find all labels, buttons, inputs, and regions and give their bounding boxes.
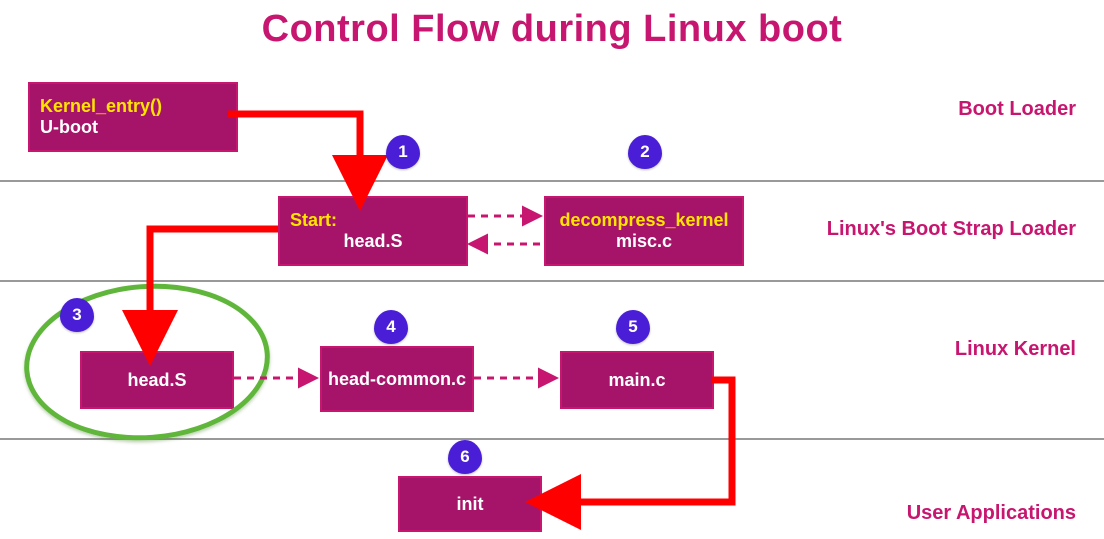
node-label: init <box>400 494 540 515</box>
lane-divider <box>0 280 1104 282</box>
node-accent: decompress_kernel <box>546 210 742 231</box>
node-uboot: Kernel_entry() U-boot <box>28 82 238 152</box>
node-accent: Start: <box>280 210 337 231</box>
badge-3: 3 <box>60 298 94 332</box>
node-label: main.c <box>562 370 712 391</box>
highlight-ellipse <box>19 276 275 449</box>
node-headcommon: head-common.c <box>320 346 474 412</box>
diagram-stage: Control Flow during Linux boot Boot Load… <box>0 0 1104 539</box>
arrows-layer <box>0 0 1104 539</box>
badge-1: 1 <box>386 135 420 169</box>
badge-6: 6 <box>448 440 482 474</box>
node-label: head.S <box>280 231 466 252</box>
node-label: U-boot <box>40 117 98 138</box>
node-label: misc.c <box>546 231 742 252</box>
node-misc: decompress_kernel misc.c <box>544 196 744 266</box>
lane-label-kernel: Linux Kernel <box>955 338 1076 361</box>
node-mainc: main.c <box>560 351 714 409</box>
node-label: head-common.c <box>322 369 472 390</box>
lane-label-bootstrap: Linux's Boot Strap Loader <box>827 218 1076 241</box>
page-title: Control Flow during Linux boot <box>0 8 1104 51</box>
node-headS1: Start: head.S <box>278 196 468 266</box>
node-accent: Kernel_entry() <box>40 96 162 117</box>
lane-label-user: User Applications <box>907 502 1076 525</box>
badge-4: 4 <box>374 310 408 344</box>
lane-label-bootloader: Boot Loader <box>958 98 1076 121</box>
node-init: init <box>398 476 542 532</box>
badge-2: 2 <box>628 135 662 169</box>
arrow-1-icon <box>228 114 360 190</box>
lane-divider <box>0 180 1104 182</box>
badge-5: 5 <box>616 310 650 344</box>
